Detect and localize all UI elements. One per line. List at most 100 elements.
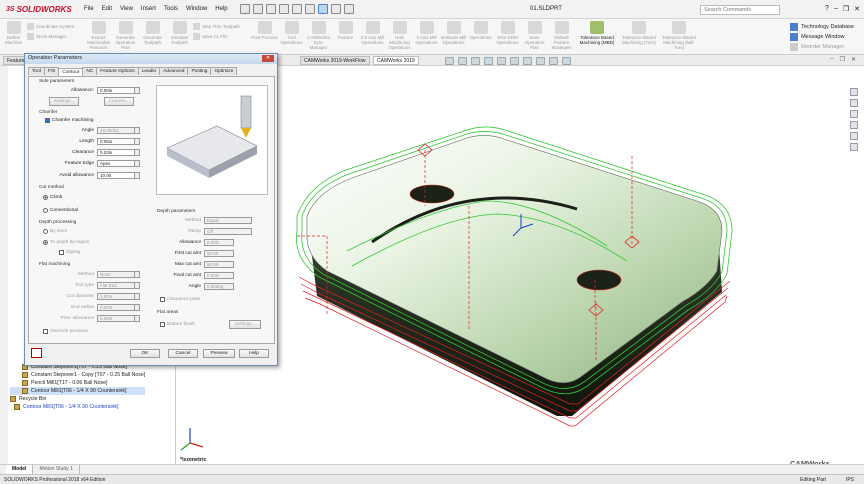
- new-doc-icon[interactable]: [252, 4, 263, 14]
- spin-icon[interactable]: [135, 138, 140, 145]
- max-cut-input[interactable]: 50.00: [204, 261, 234, 268]
- chamfer-clearance-input[interactable]: 0.03in: [97, 149, 135, 156]
- rebuild-icon[interactable]: [330, 4, 341, 14]
- hole-ops-button[interactable]: Hole Machining Operations: [386, 21, 413, 50]
- feature-button[interactable]: Feature: [332, 21, 359, 40]
- options-icon[interactable]: [343, 4, 354, 14]
- flat-settings-button[interactable]: Settings...: [229, 320, 261, 329]
- generate-operation-plan-button[interactable]: Generate Operation Plan: [112, 21, 139, 50]
- undo-icon[interactable]: [304, 4, 315, 14]
- prev-allowance-input[interactable]: 0.00in: [97, 315, 135, 322]
- depth-angle-input[interactable]: 0.00deg: [204, 283, 234, 290]
- view-palette-icon[interactable]: [850, 121, 858, 129]
- chevron-down-icon[interactable]: [135, 282, 140, 289]
- simulate-toolpath-button[interactable]: Simulate Toolpath: [166, 21, 193, 45]
- spin-icon[interactable]: [135, 304, 140, 311]
- tab-advanced[interactable]: Advanced: [159, 67, 189, 75]
- print-icon[interactable]: [291, 4, 302, 14]
- mill-25-ops-button[interactable]: 2.5 Axis Mill Operations: [359, 21, 386, 45]
- tab-contour[interactable]: Contour: [58, 68, 84, 76]
- design-library-icon[interactable]: [850, 99, 858, 107]
- menu-edit[interactable]: Edit: [102, 5, 112, 13]
- status-units[interactable]: IPS: [846, 477, 854, 483]
- ok-button[interactable]: OK: [130, 349, 160, 358]
- depth-allowance-input[interactable]: 0.00in: [204, 239, 234, 246]
- tab-motion-study[interactable]: Motion Study 1: [33, 465, 80, 474]
- coordinate-system-button[interactable]: Coordinate System: [27, 23, 85, 30]
- final-cut-input[interactable]: 0.00in: [204, 272, 234, 279]
- tab-leadin[interactable]: Leadin: [137, 67, 161, 75]
- spin-icon[interactable]: [135, 127, 140, 134]
- tree-item-selected[interactable]: Contour Mill1[T06 - 1/4 X 90 Countersink…: [10, 387, 146, 395]
- restore-icon[interactable]: ❐: [843, 5, 849, 13]
- tab-optimize[interactable]: Optimize: [210, 67, 238, 75]
- override-previous-checkbox[interactable]: Override previous: [43, 329, 88, 334]
- tab-posting[interactable]: Posting: [187, 67, 212, 75]
- select-icon[interactable]: [317, 4, 328, 14]
- menu-view[interactable]: View: [120, 5, 133, 13]
- depth-method-select[interactable]: Equal: [204, 217, 252, 224]
- spin-icon[interactable]: [135, 172, 140, 179]
- tab-camworks[interactable]: CAMWorks 2019: [373, 56, 419, 65]
- appearances-icon[interactable]: [850, 132, 858, 140]
- custom-properties-icon[interactable]: [850, 143, 858, 151]
- feature-edge-select[interactable]: Apex: [97, 160, 135, 167]
- tab-camworks-workflow[interactable]: CAMWorks 2019-WorkFlow: [300, 56, 370, 65]
- tab-model[interactable]: Model: [6, 465, 34, 474]
- default-strategies-button[interactable]: Default Feature Strategies: [548, 21, 575, 50]
- conventional-radio[interactable]: Conventional: [43, 208, 78, 213]
- cancel-button[interactable]: Cancel: [168, 349, 198, 358]
- corners-button[interactable]: Corners...: [104, 97, 134, 106]
- save-operation-plan-button[interactable]: Save Operation Plan: [521, 21, 548, 50]
- save-cl-file-button[interactable]: Save CL File: [193, 33, 251, 40]
- extract-features-button[interactable]: Extract Machinable Features: [85, 21, 112, 50]
- view-orientation-icon[interactable]: [497, 57, 506, 65]
- to-depth-radio[interactable]: To depth by region: [43, 240, 89, 245]
- resources-icon[interactable]: [850, 88, 858, 96]
- tree-item-recycled[interactable]: Contour Mill1[T06 - 1/4 X 90 Countersink…: [10, 403, 145, 411]
- chamfer-machining-checkbox[interactable]: Chamfer machining: [45, 118, 94, 123]
- tool-operations-button[interactable]: Tool Operations: [278, 21, 305, 45]
- zigzag-checkbox[interactable]: Zigzag: [59, 250, 80, 255]
- tree-item[interactable]: Constant Stepover1 - Copy [T07 - 0.25 Ba…: [10, 371, 145, 379]
- tab-fs[interactable]: F/S: [43, 67, 60, 75]
- message-window-button[interactable]: Message Window: [790, 33, 854, 41]
- stock-manager-button[interactable]: Stock Manager: [27, 33, 85, 40]
- doc-minimize-icon[interactable]: –: [830, 56, 833, 63]
- graphics-viewport[interactable]: [177, 66, 864, 464]
- end-radius-input[interactable]: 0.00in: [97, 304, 135, 311]
- spin-icon[interactable]: [135, 87, 140, 94]
- post-process-button[interactable]: Post Process: [251, 21, 278, 40]
- menu-tools[interactable]: Tools: [164, 5, 178, 13]
- first-cut-input[interactable]: 50.00: [204, 250, 234, 257]
- display-style-icon[interactable]: [510, 57, 519, 65]
- help-book-icon[interactable]: [31, 348, 42, 358]
- scene-icon[interactable]: [549, 57, 558, 65]
- tbm-mbd-button[interactable]: Tolerance Based Machining (MBD): [575, 21, 619, 45]
- multiaxis-ops-button[interactable]: Multiaxis Mill Operations: [440, 21, 467, 45]
- tab-tool[interactable]: Tool: [28, 67, 45, 75]
- hide-show-icon[interactable]: [523, 57, 532, 65]
- menu-window[interactable]: Window: [186, 5, 207, 13]
- spin-icon[interactable]: [135, 315, 140, 322]
- help-button[interactable]: Help: [239, 349, 269, 358]
- doc-close-icon[interactable]: ✕: [851, 56, 856, 63]
- search-commands-input[interactable]: Search Commands: [700, 5, 780, 15]
- clearance-pass-checkbox[interactable]: Clearance pass: [160, 297, 200, 302]
- zoom-fit-icon[interactable]: [445, 57, 454, 65]
- zoom-area-icon[interactable]: [458, 57, 467, 65]
- tbm-turn-button[interactable]: Tolerance Based Machining (Turn): [619, 21, 659, 45]
- previous-view-icon[interactable]: [471, 57, 480, 65]
- climb-radio[interactable]: Climb: [43, 195, 62, 200]
- solidworks-logo[interactable]: 3S SOLIDWORKS: [0, 5, 80, 14]
- menu-help[interactable]: Help: [215, 5, 227, 13]
- appearance-icon[interactable]: [536, 57, 545, 65]
- menu-file[interactable]: File: [84, 5, 94, 13]
- step-thru-toolpath-button[interactable]: Step Thru Toolpath: [193, 23, 251, 30]
- tab-nc[interactable]: NC: [82, 67, 98, 75]
- doc-restore-icon[interactable]: ❐: [840, 56, 845, 63]
- mill-3-ops-button[interactable]: 3 Axis Mill Operations: [413, 21, 440, 45]
- section-view-icon[interactable]: [484, 57, 493, 65]
- generate-toolpath-button[interactable]: Generate Toolpath: [139, 21, 166, 45]
- file-explorer-icon[interactable]: [850, 110, 858, 118]
